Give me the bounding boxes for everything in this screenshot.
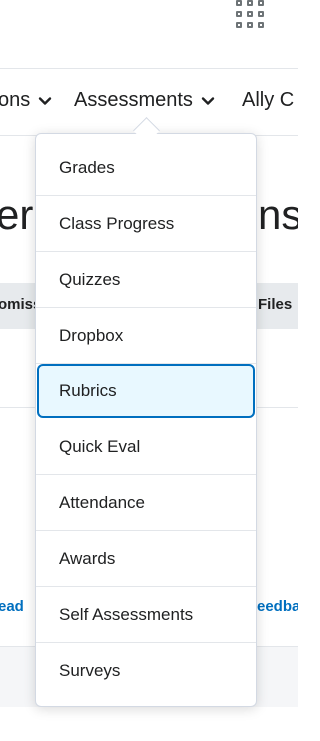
page: ons Assessments Ally C er ns omiss Files… xyxy=(0,0,298,741)
menu-item-dropbox[interactable]: Dropbox xyxy=(36,308,256,364)
row-link-feedback[interactable]: eedba xyxy=(257,598,298,615)
page-title-fragment: er xyxy=(0,191,34,238)
nav-item-label: Ally C xyxy=(242,89,295,111)
waffle-dot xyxy=(247,0,253,6)
waffle-dot xyxy=(247,22,253,28)
menu-item-grades[interactable]: Grades xyxy=(36,140,256,196)
page-title-fragment: ns xyxy=(258,191,298,238)
menu-item-rubrics[interactable]: Rubrics xyxy=(37,364,255,418)
chevron-down-icon xyxy=(201,96,215,105)
waffle-dot xyxy=(236,22,242,28)
chevron-down-icon xyxy=(39,96,52,105)
waffle-dot xyxy=(247,11,253,17)
menu-item-surveys[interactable]: Surveys xyxy=(36,643,256,699)
assessments-dropdown-menu: Grades Class Progress Quizzes Dropbox Ru… xyxy=(35,133,257,707)
waffle-dot xyxy=(258,22,264,28)
nav-item-label: Assessments xyxy=(74,89,193,111)
menu-item-attendance[interactable]: Attendance xyxy=(36,475,256,531)
waffle-dot xyxy=(236,0,242,6)
waffle-dot xyxy=(258,0,264,6)
nav-item-assessments[interactable]: Assessments xyxy=(74,89,215,112)
column-header-files: Files xyxy=(258,296,293,313)
waffle-dot xyxy=(258,11,264,17)
waffle-grid-icon[interactable] xyxy=(234,0,270,36)
menu-item-quizzes[interactable]: Quizzes xyxy=(36,252,256,308)
nav-item-label: ons xyxy=(0,89,31,111)
row-link-fragment[interactable]: ead xyxy=(0,598,24,615)
menu-item-quick-eval[interactable]: Quick Eval xyxy=(36,419,256,475)
menu-item-awards[interactable]: Awards xyxy=(36,531,256,587)
waffle-dot xyxy=(236,11,242,17)
top-bar xyxy=(0,0,298,69)
menu-item-self-assessments[interactable]: Self Assessments xyxy=(36,587,256,643)
menu-list: Grades Class Progress Quizzes Dropbox Ru… xyxy=(36,134,256,699)
nav-item-ally[interactable]: Ally C xyxy=(242,89,294,112)
nav-item-collaboration[interactable]: ons xyxy=(0,89,52,112)
menu-item-class-progress[interactable]: Class Progress xyxy=(36,196,256,252)
